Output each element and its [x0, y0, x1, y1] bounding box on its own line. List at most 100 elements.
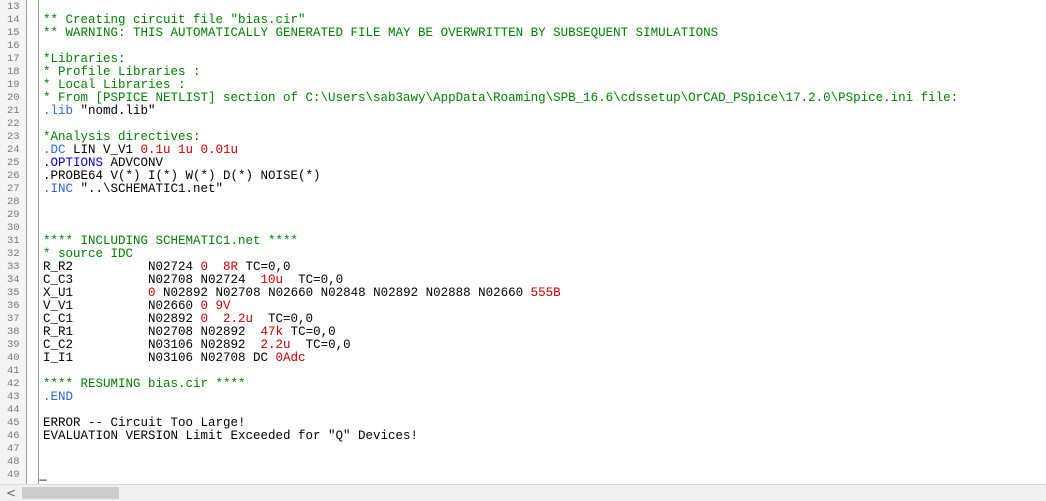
line-number: 25: [7, 157, 20, 169]
code-line[interactable]: 46 EVALUATION VERSION Limit Exceeded for …: [0, 430, 1046, 443]
line-number: 28: [7, 196, 20, 208]
line-number: 29: [7, 209, 20, 221]
scrollbar-thumb[interactable]: [22, 487, 119, 499]
line-number: 34: [7, 274, 20, 286]
code-lines[interactable]: 13 14 ** Creating circuit file "bias.cir" 1…: [0, 1, 1046, 482]
line-number: 24: [7, 144, 20, 156]
token-comment: ** WARNING: THIS AUTOMATICALLY GENERATED…: [43, 26, 719, 40]
line-text: I_I1 N03106 N02708 DC 0Adc: [43, 352, 306, 365]
token-default: I_I1 N03106 N02708 DC: [43, 351, 276, 365]
token-comment: * source IDC: [43, 247, 134, 261]
token-dotcmd: .DC: [43, 143, 66, 157]
line-number: 33: [7, 261, 20, 273]
code-line[interactable]: 49̲: [0, 469, 1046, 482]
line-number: 23: [7, 131, 20, 143]
token-default: EVALUATION VERSION Limit Exceeded for "Q…: [43, 429, 419, 443]
line-number: 38: [7, 326, 20, 338]
code-line[interactable]: 16: [0, 40, 1046, 53]
text-editor[interactable]: 13 14 ** Creating circuit file "bias.cir" 1…: [0, 0, 1046, 484]
code-line[interactable]: 20 * From [PSPICE NETLIST] section of C:\…: [0, 92, 1046, 105]
line-number: 35: [7, 287, 20, 299]
line-number: 26: [7, 170, 20, 182]
line-number: 39: [7, 339, 20, 351]
line-number: 49: [7, 469, 20, 481]
line-number: 18: [7, 66, 20, 78]
token-default: R_R2 N02724: [43, 260, 201, 274]
code-line[interactable]: 47: [0, 443, 1046, 456]
token-default: LIN V_V1: [65, 143, 141, 157]
token-comment: * Local Libraries :: [43, 78, 186, 92]
code-line[interactable]: 42 **** RESUMING bias.cir ****: [0, 378, 1046, 391]
token-default: X_U1: [43, 286, 149, 300]
line-number: 43: [7, 391, 20, 403]
token-number: 0 2.2u: [200, 312, 254, 326]
token-number: 47k: [260, 325, 284, 339]
code-line[interactable]: 40 I_I1 N03106 N02708 DC 0Adc: [0, 352, 1046, 365]
line-number: 40: [7, 352, 20, 364]
token-number: 0 8R: [200, 260, 239, 274]
code-line[interactable]: 27 .INC "..\SCHEMATIC1.net": [0, 183, 1046, 196]
line-number: 30: [7, 222, 20, 234]
code-line[interactable]: 21 .lib "nomd.lib": [0, 105, 1046, 118]
token-number: 0 9V: [200, 299, 231, 313]
line-number: 19: [7, 79, 20, 91]
line-number: 47: [7, 443, 20, 455]
code-line[interactable]: 28: [0, 196, 1046, 209]
token-comment: *Libraries:: [43, 52, 126, 66]
line-number: 17: [7, 53, 20, 65]
chevron-left-icon[interactable]: <: [6, 486, 16, 500]
line-number: 46: [7, 430, 20, 442]
code-line[interactable]: 29: [0, 209, 1046, 222]
token-number: 0Adc: [275, 351, 306, 365]
line-text: **** RESUMING bias.cir ****: [43, 378, 246, 391]
line-number: 45: [7, 417, 20, 429]
token-number: 0: [148, 286, 156, 300]
token-default: TC=0,0: [238, 260, 291, 274]
line-number: 32: [7, 248, 20, 260]
line-number: 13: [7, 1, 20, 13]
code-line[interactable]: 43 .END: [0, 391, 1046, 404]
token-number: 10u: [260, 273, 284, 287]
line-number: 22: [7, 118, 20, 130]
code-line[interactable]: 48: [0, 456, 1046, 469]
token-default: V_V1 N02660: [43, 299, 201, 313]
token-default: .PROBE64 V(*) I(*) W(*) D(*) NOISE(*): [43, 169, 321, 183]
line-number: 27: [7, 183, 20, 195]
line-text: * From [PSPICE NETLIST] section of C:\Us…: [43, 92, 958, 105]
token-default: C_C1 N02892: [43, 312, 201, 326]
line-number: 20: [7, 92, 20, 104]
token-dotcmd: .END: [43, 390, 74, 404]
line-number: 15: [7, 27, 20, 39]
token-keyword: .OPTIONS: [43, 156, 104, 170]
token-default: C_C3 N02708 N02724: [43, 273, 261, 287]
line-number: 48: [7, 456, 20, 468]
token-dotcmd: .lib: [43, 104, 74, 118]
token-number: 0.1u 1u 0.01u: [140, 143, 239, 157]
line-number: 31: [7, 235, 20, 247]
line-text: .END: [43, 391, 73, 404]
token-default: TC=0,0: [283, 273, 344, 287]
code-line[interactable]: 31 **** INCLUDING SCHEMATIC1.net ****: [0, 235, 1046, 248]
line-text: EVALUATION VERSION Limit Exceeded for "Q…: [43, 430, 418, 443]
token-comment: *Analysis directives:: [43, 130, 201, 144]
code-line[interactable]: 15 ** WARNING: THIS AUTOMATICALLY GENERAT…: [0, 27, 1046, 40]
token-comment: * From [PSPICE NETLIST] section of C:\Us…: [43, 91, 959, 105]
token-default: "nomd.lib": [73, 104, 156, 118]
horizontal-scrollbar[interactable]: <: [0, 484, 1046, 501]
line-number: 21: [7, 105, 20, 117]
token-default: ADVCONV: [103, 156, 164, 170]
token-number: 555B: [530, 286, 561, 300]
token-default: TC=0,0: [283, 325, 336, 339]
token-default: R_R1 N02708 N02892: [43, 325, 261, 339]
token-number: 2.2u: [260, 338, 291, 352]
token-default: TC=0,0: [253, 312, 314, 326]
line-number: 16: [7, 40, 20, 52]
token-comment: **** RESUMING bias.cir ****: [43, 377, 246, 391]
line-text: ** WARNING: THIS AUTOMATICALLY GENERATED…: [43, 27, 718, 40]
token-comment: **** INCLUDING SCHEMATIC1.net ****: [43, 234, 299, 248]
token-comment: * Profile Libraries :: [43, 65, 201, 79]
line-number: 41: [7, 365, 20, 377]
token-dotcmd: .INC: [43, 182, 74, 196]
line-number: 44: [7, 404, 20, 416]
line-text: .lib "nomd.lib": [43, 105, 156, 118]
